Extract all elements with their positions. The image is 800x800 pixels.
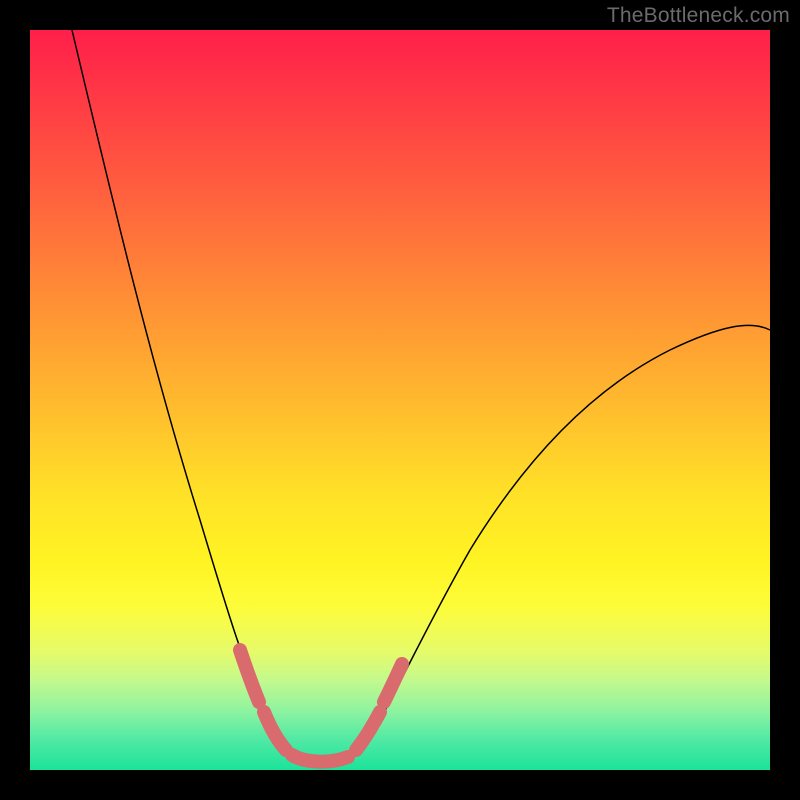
- highlight-seg-right-1: [356, 712, 380, 750]
- highlight-seg-left-1: [240, 650, 259, 702]
- highlight-seg-left-2: [264, 712, 286, 750]
- plot-area: [30, 30, 770, 770]
- bottleneck-curve-svg: [30, 30, 770, 770]
- watermark-text: TheBottleneck.com: [607, 4, 790, 28]
- chart-frame: TheBottleneck.com: [0, 0, 800, 800]
- highlight-seg-right-2: [384, 664, 402, 702]
- bottleneck-curve-line: [72, 30, 770, 762]
- highlight-seg-bottom: [292, 755, 348, 762]
